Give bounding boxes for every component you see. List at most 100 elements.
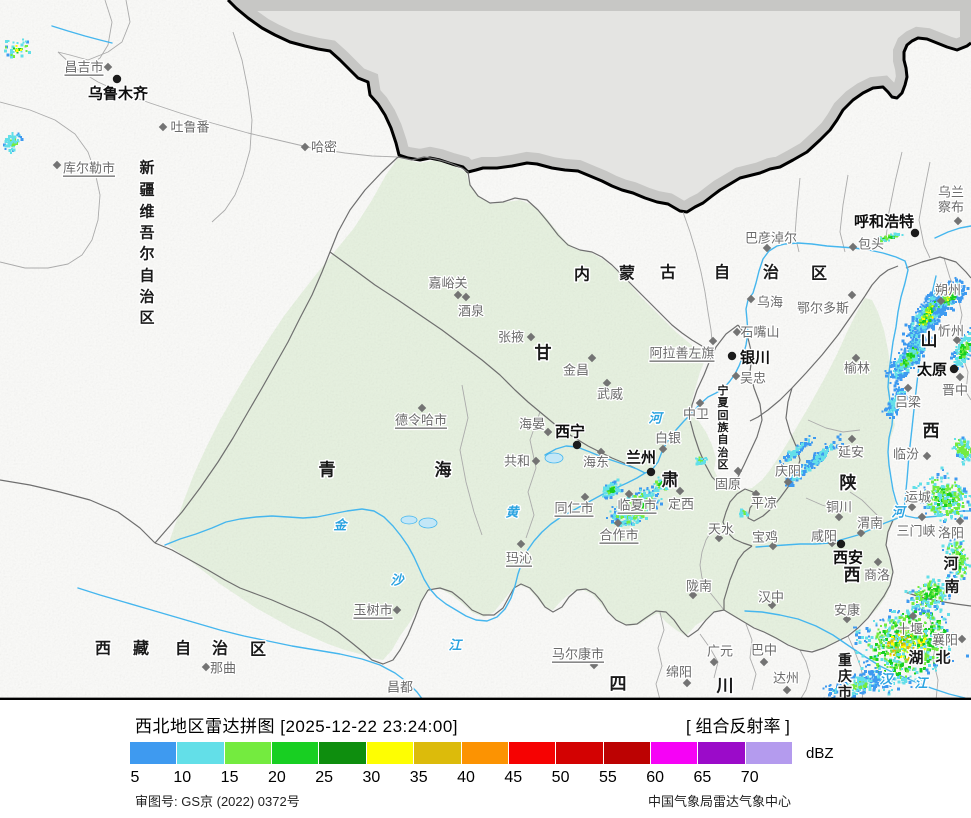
city-label: 铜川	[826, 500, 852, 515]
river-label: 沙	[390, 573, 405, 588]
city-label: 库尔勒市	[63, 161, 115, 176]
capital-label: 太原	[917, 361, 947, 379]
province-label-xinjiang: 区	[139, 310, 154, 327]
lake	[544, 452, 564, 464]
province-label-ningxia: 宁	[718, 383, 729, 397]
reflectivity-colorbar	[130, 742, 793, 764]
city-label: 达州	[773, 671, 799, 686]
colorbar-segment	[224, 742, 273, 764]
city-label: 乌兰	[938, 185, 964, 200]
city-label: 嘉峪关	[428, 276, 467, 291]
agency-credit: 中国气象局雷达气象中心	[648, 794, 792, 809]
lake	[400, 515, 418, 525]
province-label-xinjiang: 吾	[139, 225, 154, 242]
province-label-ningxia: 回	[718, 408, 729, 422]
province-label-henan: 南	[944, 578, 959, 596]
province-label-qinghai: 青	[319, 460, 336, 480]
capital-label: 呼和浩特	[854, 213, 914, 231]
province-label-neimenggu: 内	[574, 265, 590, 284]
province-label-xizang: 西	[95, 640, 111, 658]
city-label: 临夏市	[617, 498, 656, 513]
capital-label: 西安	[833, 549, 863, 567]
colorbar-segment	[603, 742, 651, 764]
river-label: 江	[448, 638, 463, 653]
city-label: 晋中	[942, 383, 968, 398]
province-label-xinjiang: 疆	[139, 182, 154, 199]
province-label-hubei: 北	[935, 650, 950, 667]
capital-marker	[949, 364, 959, 374]
city-label: 安康	[834, 603, 860, 618]
province-label-xizang: 自	[175, 639, 191, 658]
city-label: 海东	[583, 455, 609, 470]
province-label-xizang: 区	[250, 641, 266, 659]
city-label: 同仁市	[554, 501, 593, 516]
city-label: 三门峡	[896, 524, 935, 539]
colorbar-tick: 20	[267, 769, 286, 786]
city-label: 渭南	[857, 516, 883, 531]
capital-label: 兰州	[626, 449, 656, 467]
capital-label: 银川	[740, 349, 770, 367]
province-label-xizang: 藏	[133, 639, 149, 658]
province-label-neimenggu: 自	[714, 263, 730, 282]
province-label-ningxia: 夏	[718, 396, 730, 409]
legend-panel: 西北地区雷达拼图 [2025-12-22 23:24:00] [ 组合反射率 ]…	[0, 700, 971, 818]
province-label-xizang: 治	[212, 639, 228, 658]
city-label: 定西	[668, 497, 694, 512]
city-label: 哈密	[311, 140, 337, 155]
colorbar-tick: 70	[740, 769, 759, 786]
map-approval-number: 审图号: GS京 (2022) 0372号	[135, 794, 300, 809]
river-label: 江	[914, 676, 929, 691]
city-label: 张掖	[498, 330, 524, 345]
lake	[418, 517, 438, 529]
colorbar-tick: 15	[220, 769, 239, 786]
city-label: 那曲	[210, 661, 236, 676]
province-label-gansu: 甘	[535, 343, 552, 363]
city-label: 乌海	[757, 295, 783, 310]
city-label: 固原	[715, 477, 741, 492]
city-label: 巴中	[751, 643, 777, 658]
province-label-neimenggu: 治	[763, 263, 779, 282]
city-label: 鄂尔多斯	[797, 301, 849, 316]
map-title: 西北地区雷达拼图 [2025-12-22 23:24:00]	[135, 717, 459, 736]
city-label: 阿拉善左旗	[649, 346, 714, 361]
city-label: 广元	[707, 644, 733, 659]
capital-marker	[836, 539, 846, 549]
colorbar-tick: 25	[315, 769, 334, 786]
city-label: 合作市	[599, 528, 638, 543]
province-label-ningxia: 族	[718, 420, 730, 434]
city-label: 洛阳	[938, 526, 964, 541]
province-label-shaanxi: 陕	[840, 473, 857, 493]
city-label: 吐鲁番	[170, 120, 209, 135]
colorbar-segment	[508, 742, 557, 764]
city-label: 延安	[838, 445, 864, 460]
colorbar-tick: 10	[173, 769, 192, 786]
province-label-shanxi: 山	[921, 331, 938, 350]
city-label: 武威	[597, 387, 623, 402]
capital-label: 西宁	[555, 423, 585, 441]
province-label-xinjiang: 维	[139, 203, 154, 221]
colorbar-tick: 50	[551, 769, 570, 786]
city-label: 中卫	[683, 407, 709, 422]
province-label-sichuan: 川	[716, 677, 734, 696]
city-label: 朔州	[935, 283, 961, 298]
city-label: 海晏	[519, 417, 545, 432]
province-label-neimenggu: 古	[660, 263, 676, 282]
colorbar-segment	[177, 742, 225, 764]
capital-marker	[112, 74, 122, 84]
province-label-xinjiang: 治	[139, 288, 154, 306]
city-label: 商洛	[864, 568, 890, 583]
city-label: 咸阳	[811, 529, 837, 544]
city-label: 共和	[504, 454, 530, 469]
city-label: 石嘴山	[740, 325, 779, 340]
city-label: 昌都	[387, 680, 413, 695]
city-label: 汉中	[758, 590, 784, 605]
city-label: 陇南	[686, 579, 712, 594]
city-label: 平凉	[751, 496, 777, 511]
province-label-shaanxi: 西	[844, 566, 861, 585]
province-label-gansu: 肃	[662, 471, 679, 490]
colorbar-segment	[414, 742, 462, 764]
city-label: 十堰	[897, 622, 923, 637]
city-label: 白银	[655, 431, 681, 446]
province-label-sichuan: 四	[610, 675, 627, 694]
colorbar-segment	[366, 742, 415, 764]
